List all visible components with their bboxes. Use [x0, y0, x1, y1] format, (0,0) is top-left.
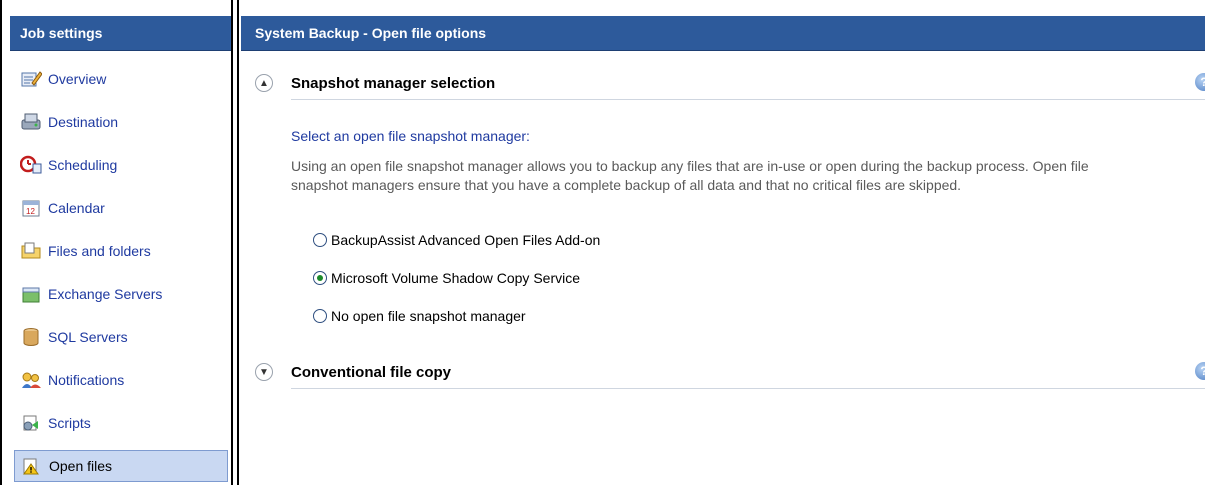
sidebar-item-label: Scheduling: [48, 157, 118, 173]
sidebar-item-destination[interactable]: Destination: [10, 106, 231, 138]
option-label: No open file snapshot manager: [331, 308, 526, 324]
sidebar-item-notifications[interactable]: Notifications: [10, 364, 231, 396]
section-divider: [291, 388, 1205, 389]
main-panel: System Backup - Open file options ▲ Snap…: [241, 16, 1205, 485]
sidebar-item-label: Open files: [49, 458, 113, 474]
sidebar-header: Job settings: [10, 16, 231, 51]
sidebar-item-scripts[interactable]: Scripts: [10, 407, 231, 439]
option-label: BackupAssist Advanced Open Files Add-on: [331, 232, 601, 248]
pane-divider-2: [237, 0, 239, 485]
sidebar-item-label: Exchange Servers: [48, 286, 163, 302]
exchange-icon: [20, 284, 42, 304]
conventional-section-header[interactable]: ▼ Conventional file copy ?: [255, 357, 1205, 389]
collapse-chevron-icon[interactable]: ▲: [255, 74, 273, 92]
snapshot-manager-section: ▲ Snapshot manager selection ? Select an…: [255, 68, 1205, 324]
sidebar-item-scheduling[interactable]: Scheduling: [10, 149, 231, 181]
snapshot-section-header[interactable]: ▲ Snapshot manager selection ?: [255, 68, 1205, 100]
expand-chevron-icon[interactable]: ▼: [255, 363, 273, 381]
sidebar-item-files-and-folders[interactable]: Files and folders: [10, 235, 231, 267]
radio-button-checked[interactable]: [313, 271, 327, 285]
sidebar-item-calendar[interactable]: 12 Calendar: [10, 192, 231, 224]
section-title: Conventional file copy: [291, 363, 452, 381]
sidebar-item-exchange-servers[interactable]: Exchange Servers: [10, 278, 231, 310]
snapshot-description: Using an open file snapshot manager allo…: [291, 158, 1089, 193]
sidebar-item-label: Files and folders: [48, 243, 151, 259]
option-advanced-open-files[interactable]: BackupAssist Advanced Open Files Add-on: [313, 232, 600, 248]
sidebar-item-label: SQL Servers: [48, 329, 128, 345]
files-folders-icon: [20, 241, 42, 261]
open-files-icon: [21, 456, 43, 476]
option-no-snapshot[interactable]: No open file snapshot manager: [313, 308, 526, 324]
help-icon[interactable]: ?: [1195, 362, 1205, 380]
snapshot-prompt: Select an open file snapshot manager:: [291, 128, 530, 144]
job-settings-sidebar: Job settings Overview Destination Schedu…: [10, 16, 231, 485]
destination-icon: [20, 112, 42, 132]
svg-text:12: 12: [26, 207, 35, 216]
section-divider: [291, 99, 1205, 100]
option-vss[interactable]: Microsoft Volume Shadow Copy Service: [313, 270, 580, 286]
sidebar-item-open-files[interactable]: Open files: [14, 450, 228, 482]
window-border-left: [0, 0, 2, 485]
sidebar-item-label: Scripts: [48, 415, 91, 431]
conventional-copy-section: ▼ Conventional file copy ?: [255, 357, 1205, 389]
database-icon: [20, 327, 42, 347]
scheduling-icon: [19, 155, 42, 175]
overview-icon: [20, 69, 43, 89]
sidebar-item-sql-servers[interactable]: SQL Servers: [10, 321, 231, 353]
panel-title: System Backup - Open file options: [241, 16, 1205, 51]
help-icon[interactable]: ?: [1195, 73, 1205, 91]
radio-button[interactable]: [313, 233, 327, 247]
sidebar-item-label: Calendar: [48, 200, 105, 216]
sidebar-item-overview[interactable]: Overview: [10, 63, 231, 95]
scripts-icon: [20, 413, 42, 433]
pane-divider: [231, 0, 233, 485]
option-label: Microsoft Volume Shadow Copy Service: [331, 270, 580, 286]
section-title: Snapshot manager selection: [291, 74, 496, 92]
notifications-icon: [20, 370, 42, 390]
calendar-icon: 12: [20, 198, 42, 218]
sidebar-item-label: Notifications: [48, 372, 125, 388]
sidebar-item-label: Destination: [48, 114, 119, 130]
sidebar-item-label: Overview: [48, 71, 107, 87]
radio-button[interactable]: [313, 309, 327, 323]
